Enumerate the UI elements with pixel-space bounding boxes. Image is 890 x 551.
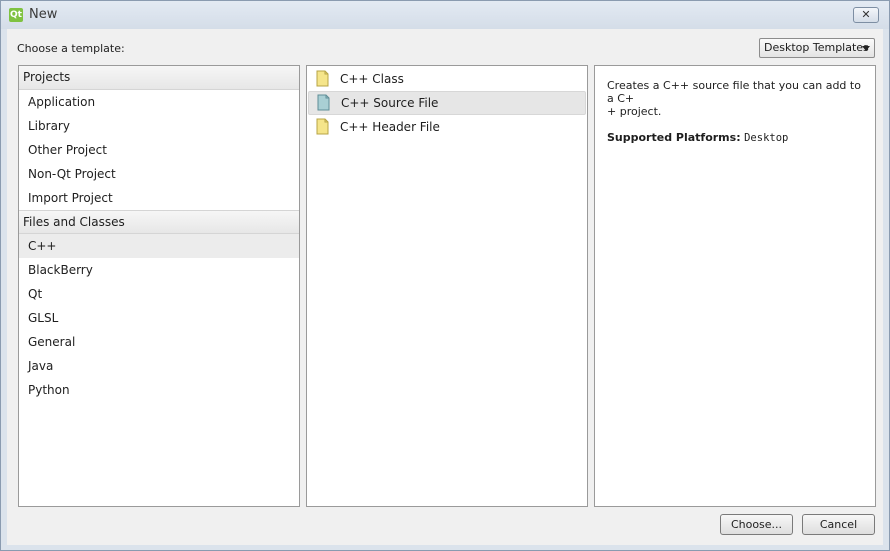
category-cpp[interactable]: C++	[19, 234, 299, 258]
file-teal-icon	[317, 94, 330, 111]
template-filter-dropdown[interactable]: Desktop Templates	[759, 38, 875, 58]
group-header-projects: Projects	[19, 66, 299, 90]
category-qt[interactable]: Qt	[19, 282, 299, 306]
description-line-2: + project.	[607, 105, 662, 118]
platforms-label: Supported Platforms:	[607, 131, 741, 144]
dropdown-arrow-icon	[862, 46, 870, 51]
category-other-project[interactable]: Other Project	[19, 138, 299, 162]
category-glsl[interactable]: GLSL	[19, 306, 299, 330]
platforms-value: Desktop	[744, 132, 789, 144]
title-bar: Qt New ✕	[1, 1, 889, 29]
supported-platforms: Supported Platforms: Desktop	[607, 131, 863, 145]
category-python[interactable]: Python	[19, 378, 299, 402]
new-dialog: Qt New ✕ Choose a template: Desktop Temp…	[0, 0, 890, 551]
category-list: Projects Application Library Other Proje…	[18, 65, 300, 507]
description-line-1: Creates a C++ source file that you can a…	[607, 79, 861, 105]
file-yellow-icon	[316, 70, 329, 87]
template-cpp-header-file[interactable]: C++ Header File	[308, 115, 586, 139]
template-label: C++ Header File	[340, 120, 440, 134]
qt-logo-icon: Qt	[9, 8, 23, 22]
choose-button[interactable]: Choose...	[720, 514, 793, 535]
window-title: New	[29, 7, 58, 22]
group-header-files-and-classes: Files and Classes	[19, 210, 299, 234]
template-cpp-source-file[interactable]: C++ Source File	[308, 91, 586, 115]
template-cpp-class[interactable]: C++ Class	[308, 67, 586, 91]
category-application[interactable]: Application	[19, 90, 299, 114]
category-java[interactable]: Java	[19, 354, 299, 378]
template-label: C++ Class	[340, 72, 404, 86]
close-button[interactable]: ✕	[853, 7, 879, 23]
template-list: C++ Class C++ Source File C++ Header Fil…	[306, 65, 588, 507]
category-general[interactable]: General	[19, 330, 299, 354]
template-filter-value: Desktop Templates	[764, 41, 869, 54]
template-label: C++ Source File	[341, 96, 439, 110]
dialog-body: Choose a template: Desktop Templates Pro…	[7, 29, 883, 545]
category-import-project[interactable]: Import Project	[19, 186, 299, 210]
category-blackberry[interactable]: BlackBerry	[19, 258, 299, 282]
template-description-panel: Creates a C++ source file that you can a…	[594, 65, 876, 507]
choose-template-label: Choose a template:	[17, 42, 125, 55]
file-yellow-icon	[316, 118, 329, 135]
category-non-qt-project[interactable]: Non-Qt Project	[19, 162, 299, 186]
cancel-button[interactable]: Cancel	[802, 514, 875, 535]
category-library[interactable]: Library	[19, 114, 299, 138]
